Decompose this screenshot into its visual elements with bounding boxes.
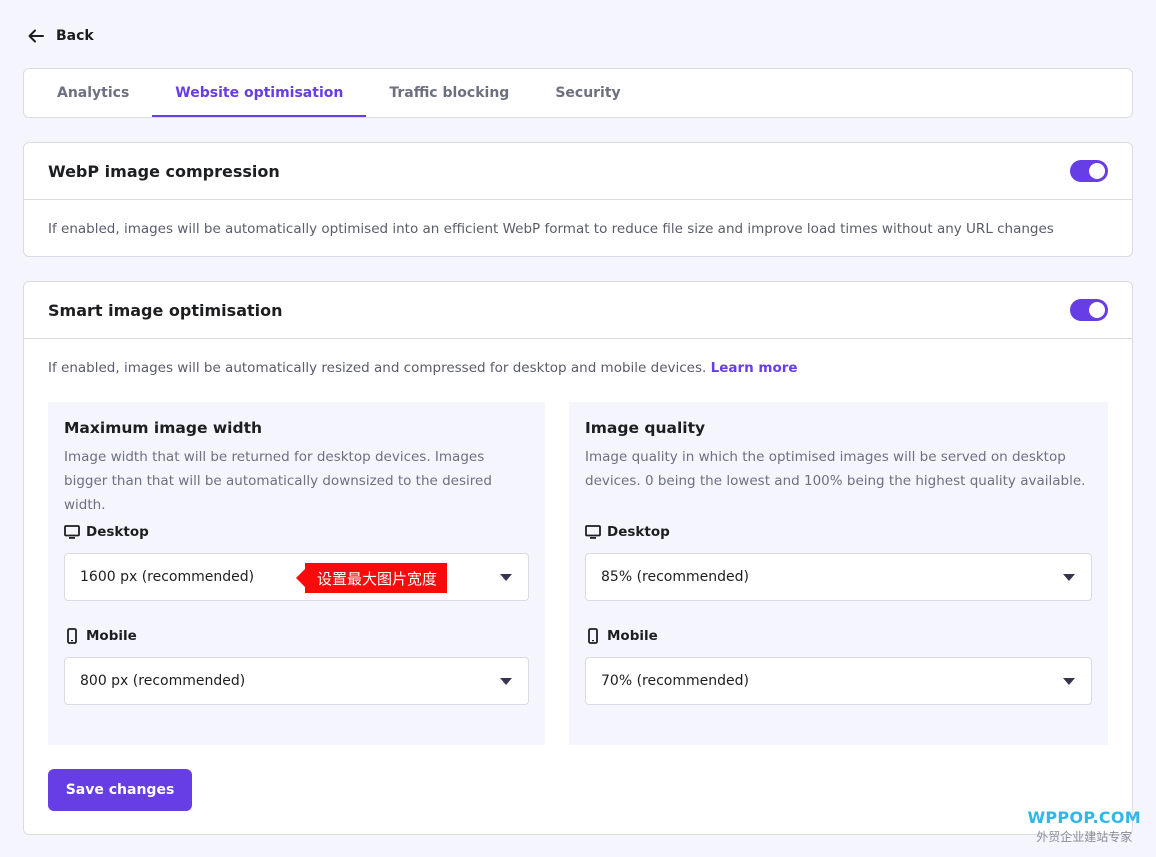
tab-traffic-blocking[interactable]: Traffic blocking — [366, 69, 532, 117]
width-mobile-select[interactable]: 800 px (recommended) — [64, 657, 529, 705]
width-desktop-value: 1600 px (recommended) — [80, 569, 255, 585]
watermark: WPPOP.COM 外贸企业建站专家 — [1027, 808, 1141, 845]
smart-title: Smart image optimisation — [48, 300, 283, 320]
quality-mobile-value: 70% (recommended) — [601, 673, 749, 689]
smart-toggle[interactable] — [1070, 299, 1108, 321]
webp-title: WebP image compression — [48, 161, 280, 181]
tab-security[interactable]: Security — [532, 69, 643, 117]
tab-website-optimisation[interactable]: Website optimisation — [152, 69, 367, 117]
width-desktop-select[interactable]: 1600 px (recommended) 设置最大图片宽度 — [64, 553, 529, 601]
smart-card-header: Smart image optimisation — [24, 282, 1132, 339]
watermark-brand: WPPOP.COM — [1027, 808, 1141, 827]
save-changes-button[interactable]: Save changes — [48, 769, 192, 811]
toggle-knob — [1089, 302, 1105, 318]
quality-desktop-select[interactable]: 85% (recommended) — [585, 553, 1092, 601]
quality-description: Image quality in which the optimised ima… — [585, 449, 1086, 489]
chevron-down-icon — [500, 677, 512, 685]
watermark-sub: 外贸企业建站专家 — [1036, 830, 1133, 844]
quality-desktop-value: 85% (recommended) — [601, 569, 749, 585]
chevron-down-icon — [1063, 573, 1075, 581]
quality-mobile-select[interactable]: 70% (recommended) — [585, 657, 1092, 705]
smartphone-icon — [588, 628, 598, 644]
smart-description: If enabled, images will be automatically… — [48, 360, 707, 376]
monitor-icon — [64, 525, 80, 539]
quality-title: Image quality — [585, 419, 706, 437]
quality-mobile-label: Mobile — [585, 628, 658, 644]
tab-bar: Analytics Website optimisation Traffic b… — [23, 68, 1133, 118]
quality-desktop-label: Desktop — [585, 524, 670, 540]
smart-description-line: If enabled, images will be automatically… — [24, 358, 1132, 378]
arrow-left-icon — [28, 29, 44, 43]
smartphone-icon — [67, 628, 77, 644]
width-desktop-label: Desktop — [64, 524, 149, 540]
back-label: Back — [56, 28, 94, 44]
width-mobile-label: Mobile — [64, 628, 137, 644]
image-quality-panel: Image quality Image quality in which the… — [569, 402, 1108, 745]
chevron-down-icon — [500, 573, 512, 581]
webp-description: If enabled, images will be automatically… — [48, 221, 1054, 237]
annotation-label: 设置最大图片宽度 — [295, 563, 448, 593]
chevron-down-icon — [1063, 677, 1075, 685]
smart-card: Smart image optimisation If enabled, ima… — [23, 281, 1133, 835]
monitor-icon — [585, 525, 601, 539]
webp-card: WebP image compression If enabled, image… — [23, 142, 1133, 257]
tab-analytics[interactable]: Analytics — [34, 69, 152, 117]
back-button[interactable]: Back — [26, 26, 94, 46]
max-width-title: Maximum image width — [64, 419, 263, 437]
webp-toggle[interactable] — [1070, 160, 1108, 182]
toggle-knob — [1089, 163, 1105, 179]
max-width-description: Image width that will be returned for de… — [64, 449, 492, 513]
learn-more-link[interactable]: Learn more — [711, 360, 798, 376]
width-mobile-value: 800 px (recommended) — [80, 673, 246, 689]
webp-card-header: WebP image compression — [24, 143, 1132, 200]
max-width-panel: Maximum image width Image width that wil… — [48, 402, 545, 745]
